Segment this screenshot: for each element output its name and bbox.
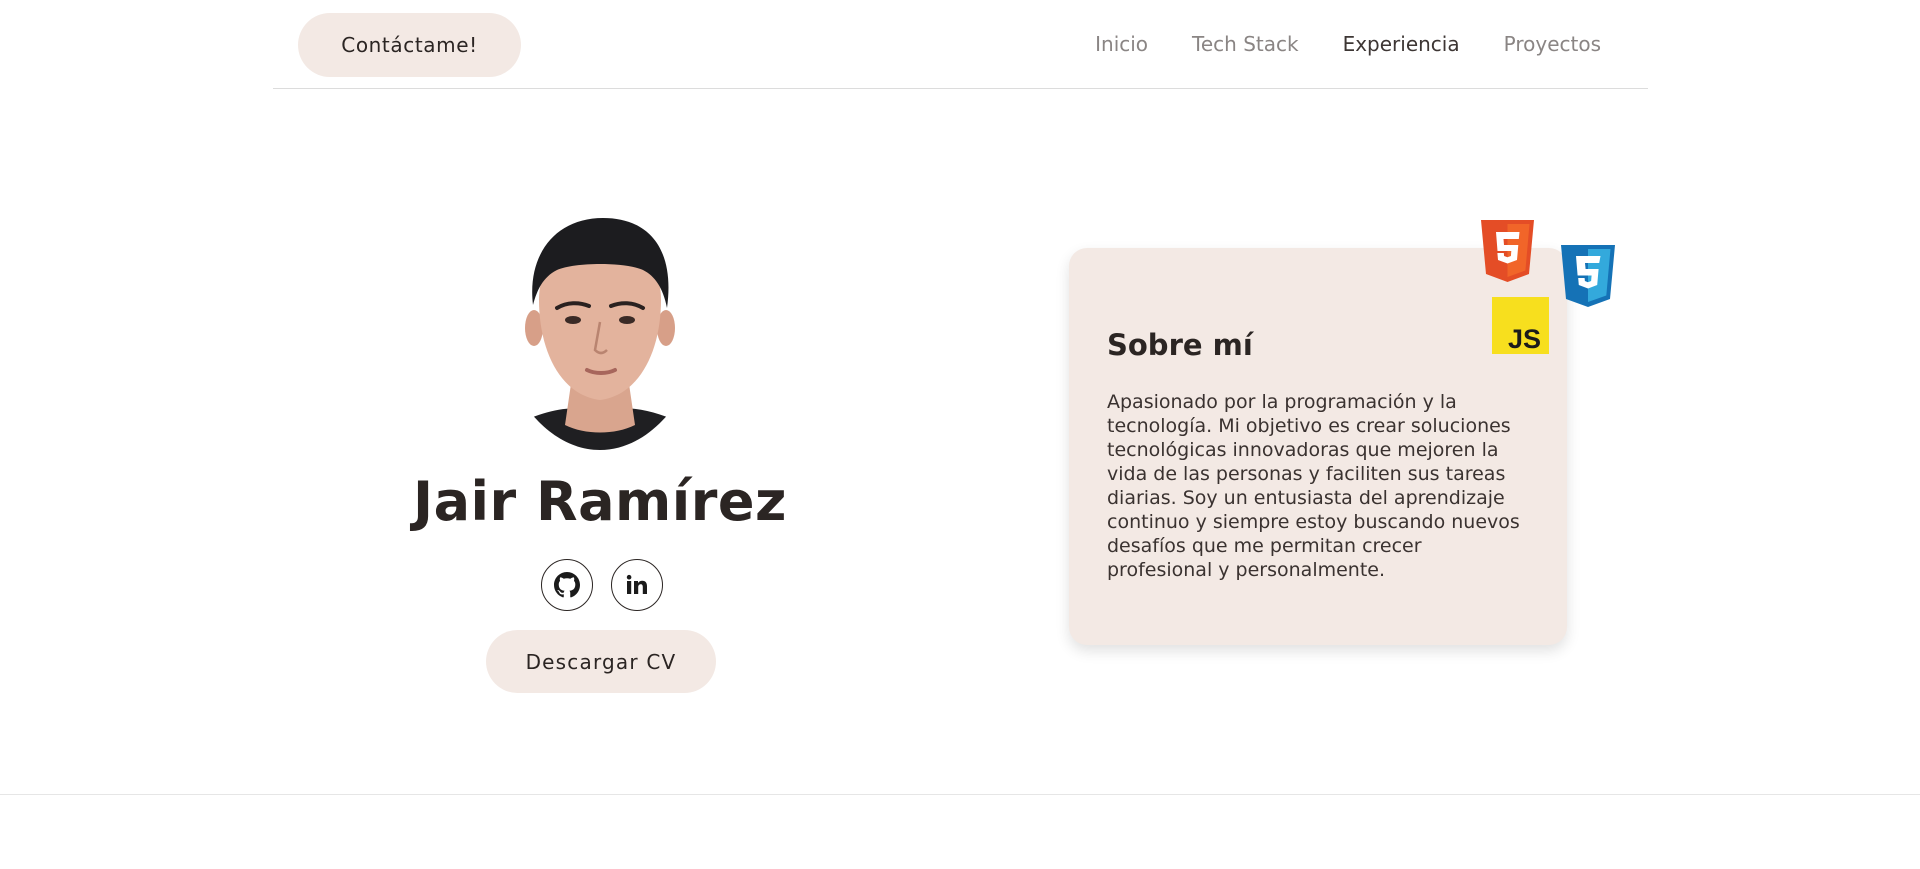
about-text: Apasionado por la programación y la tecn… xyxy=(1107,391,1520,581)
javascript-icon: JS xyxy=(1492,297,1549,358)
section-divider xyxy=(0,794,1920,795)
svg-text:JS: JS xyxy=(1508,324,1541,354)
profile-name: Jair Ramírez xyxy=(413,470,787,533)
profile-photo xyxy=(515,210,685,450)
github-icon xyxy=(554,572,580,598)
github-link[interactable] xyxy=(541,559,593,611)
contact-button[interactable]: Contáctame! xyxy=(298,13,521,77)
social-links xyxy=(541,559,663,611)
download-cv-button[interactable]: Descargar CV xyxy=(486,630,716,693)
about-title: Sobre mí xyxy=(1107,328,1253,362)
nav-link-inicio[interactable]: Inicio xyxy=(1095,32,1148,56)
linkedin-link[interactable] xyxy=(611,559,663,611)
nav-link-proyectos[interactable]: Proyectos xyxy=(1504,32,1601,56)
nav-link-experiencia[interactable]: Experiencia xyxy=(1343,32,1460,56)
nav-link-tech-stack[interactable]: Tech Stack xyxy=(1192,32,1299,56)
top-navigation: Contáctame! Inicio Tech Stack Experienci… xyxy=(273,0,1648,89)
css3-icon xyxy=(1561,245,1615,311)
linkedin-icon xyxy=(625,573,649,597)
nav-links: Inicio Tech Stack Experiencia Proyectos xyxy=(1095,32,1601,56)
html5-icon xyxy=(1481,220,1534,286)
